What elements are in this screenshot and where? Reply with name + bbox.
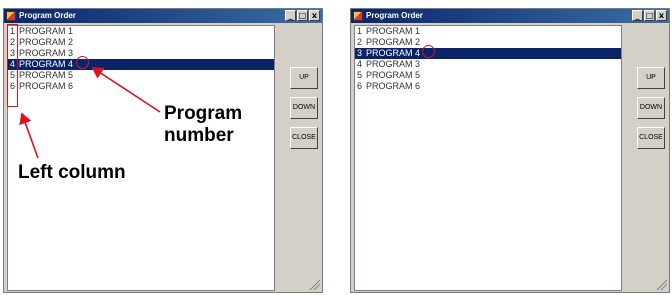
annotation-program-number: Program number — [164, 103, 243, 146]
annotation-left-column: Left column — [18, 162, 126, 183]
arrow-to-left-column — [19, 112, 39, 159]
annotation-arrows — [19, 67, 161, 159]
arrow-to-program-number — [91, 67, 161, 113]
